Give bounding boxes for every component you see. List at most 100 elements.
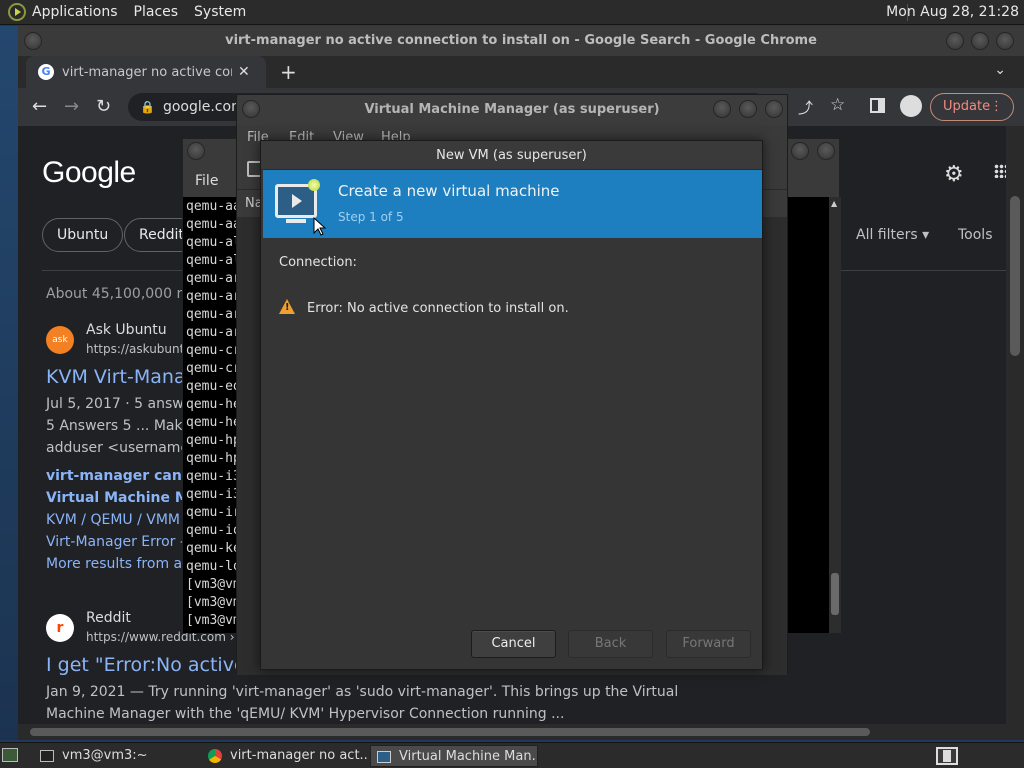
sub-result-link[interactable]: Virt-Manager Error - / (46, 534, 194, 550)
maximize-button[interactable] (971, 32, 989, 50)
back-arrow-icon[interactable]: ← (32, 96, 47, 117)
terminal-line: qemu-ar (186, 289, 241, 304)
more-menu-icon[interactable]: ⋮ (990, 94, 1003, 120)
play-icon (292, 194, 302, 208)
result-site-name[interactable]: Reddit (86, 610, 131, 626)
workspace-switcher-icon[interactable] (936, 747, 958, 765)
tab-title: virt-manager no active conne (62, 64, 232, 80)
horizontal-scrollbar[interactable] (18, 724, 1006, 740)
result-title-link[interactable]: I get "Error:No active (46, 654, 246, 676)
forward-button[interactable]: Forward (666, 630, 751, 658)
window-menu-button[interactable] (24, 32, 42, 50)
share-icon[interactable]: ⤴ (798, 97, 813, 118)
taskbar-item-vmm[interactable]: Virtual Machine Man... (370, 745, 538, 767)
cancel-button[interactable]: Cancel (471, 630, 556, 658)
close-button[interactable] (817, 142, 835, 160)
terminal-line: qemu-al (186, 253, 241, 268)
taskbar-item-chrome[interactable]: virt-manager no act... (202, 745, 368, 767)
terminal-icon (40, 749, 54, 762)
forward-arrow-icon[interactable]: → (64, 96, 79, 117)
virtual-machine-monitor-icon (275, 179, 320, 223)
terminal-line: qemu-ar (186, 271, 241, 286)
maximize-button[interactable] (791, 142, 809, 160)
new-vm-dialog: New VM (as superuser) Create a new virtu… (260, 140, 763, 670)
vmm-icon (377, 750, 391, 763)
vertical-scrollbar[interactable] (1006, 126, 1024, 740)
terminal-line: qemu-ed (186, 379, 241, 394)
terminal-line: qemu-i3 (186, 469, 241, 484)
connection-label: Connection: (279, 255, 357, 270)
applications-menu[interactable]: Applications (32, 4, 118, 20)
result-snippet-line: Machine Manager with the 'qEMU/ KVM' Hyp… (46, 706, 565, 722)
browser-tab[interactable]: G virt-manager no active conne ✕ (26, 56, 266, 88)
more-results-link[interactable]: More results from ask (46, 556, 198, 572)
show-desktop-icon[interactable] (2, 748, 18, 762)
tools-button[interactable]: Tools (958, 227, 993, 243)
askubuntu-favicon-icon: ask (46, 326, 74, 354)
google-logo[interactable]: Google (42, 156, 136, 190)
bookmark-star-icon[interactable]: ☆ (830, 95, 845, 115)
result-snippet-line: Jul 5, 2017 · 5 answer (46, 396, 199, 412)
taskbar-item-label: virt-manager no act... (230, 748, 368, 763)
distro-logo-icon[interactable] (8, 3, 26, 21)
scrollbar-thumb[interactable] (831, 573, 839, 615)
terminal-line: qemu-aa (186, 199, 241, 214)
terminal-line: qemu-io (186, 523, 241, 538)
result-stats: About 45,100,000 res (46, 286, 198, 302)
terminal-line: [vm3@vm (186, 595, 241, 610)
profile-avatar-icon[interactable] (900, 95, 922, 117)
scrollbar-thumb[interactable] (1010, 196, 1020, 356)
places-menu[interactable]: Places (134, 4, 179, 20)
terminal-scrollbar[interactable]: ▲ (829, 197, 841, 633)
wizard-title: Create a new virtual machine (338, 182, 560, 200)
reddit-favicon-icon: r (46, 614, 74, 642)
terminal-line: qemu-ke (186, 541, 241, 556)
terminal-line: qemu-ar (186, 325, 241, 340)
wizard-header-banner: Create a new virtual machine Step 1 of 5 (263, 170, 762, 238)
minimize-button[interactable] (713, 100, 731, 118)
chip-ubuntu[interactable]: Ubuntu (42, 218, 124, 252)
result-site-name[interactable]: Ask Ubuntu (86, 322, 167, 338)
system-menu[interactable]: System (194, 4, 246, 20)
wizard-step: Step 1 of 5 (338, 210, 404, 224)
tab-close-icon[interactable]: ✕ (238, 64, 250, 80)
terminal-line: qemu-cr (186, 361, 241, 376)
close-button[interactable] (765, 100, 783, 118)
terminal-line: qemu-he (186, 415, 241, 430)
new-tab-button[interactable]: + (280, 60, 297, 84)
scroll-up-icon[interactable]: ▲ (831, 199, 837, 208)
terminal-file-menu[interactable]: File (195, 173, 218, 189)
reload-icon[interactable]: ↻ (96, 96, 111, 117)
window-menu-button[interactable] (187, 142, 205, 160)
terminal-line: [vm3@vm (186, 577, 241, 592)
back-button[interactable]: Back (568, 630, 653, 658)
result-snippet-line: 5 Answers 5 ... Make (46, 418, 191, 434)
side-panel-icon[interactable] (870, 98, 885, 113)
window-menu-button[interactable] (242, 100, 260, 118)
close-button[interactable] (996, 32, 1014, 50)
chrome-icon (208, 748, 222, 763)
tab-search-chevron-icon[interactable]: ⌄ (994, 62, 1006, 78)
sub-result-link[interactable]: KVM / QEMU / VMM : (46, 512, 189, 528)
bottom-taskbar: vm3@vm3:~ virt-manager no act... Virtual… (0, 742, 1024, 768)
minimize-button[interactable] (946, 32, 964, 50)
lock-icon: 🔒 (140, 100, 155, 114)
taskbar-item-label: Virtual Machine Man... (399, 749, 538, 764)
terminal-line: [vm3@vm (186, 613, 241, 628)
all-filters-button[interactable]: All filters ▾ (856, 227, 929, 243)
terminal-line: qemu-ar (186, 307, 241, 322)
scrollbar-thumb[interactable] (30, 728, 870, 736)
warning-icon: ! (279, 299, 295, 314)
update-label: Update (943, 99, 991, 114)
maximize-button[interactable] (739, 100, 757, 118)
clock[interactable]: Mon Aug 28, 21:28 (886, 4, 1019, 20)
terminal-line: qemu-hp (186, 433, 241, 448)
terminal-line: qemu-he (186, 397, 241, 412)
settings-gear-icon[interactable]: ⚙ (944, 162, 964, 187)
taskbar-item-terminal[interactable]: vm3@vm3:~ (34, 745, 200, 767)
result-title-link[interactable]: KVM Virt-Mana (46, 366, 186, 388)
result-url[interactable]: https://askubuntu. (86, 342, 196, 356)
terminal-line: qemu-al (186, 235, 241, 250)
vmm-window-title: Virtual Machine Manager (as superuser) (237, 95, 787, 125)
update-button[interactable]: Update ⋮ (930, 93, 1014, 121)
